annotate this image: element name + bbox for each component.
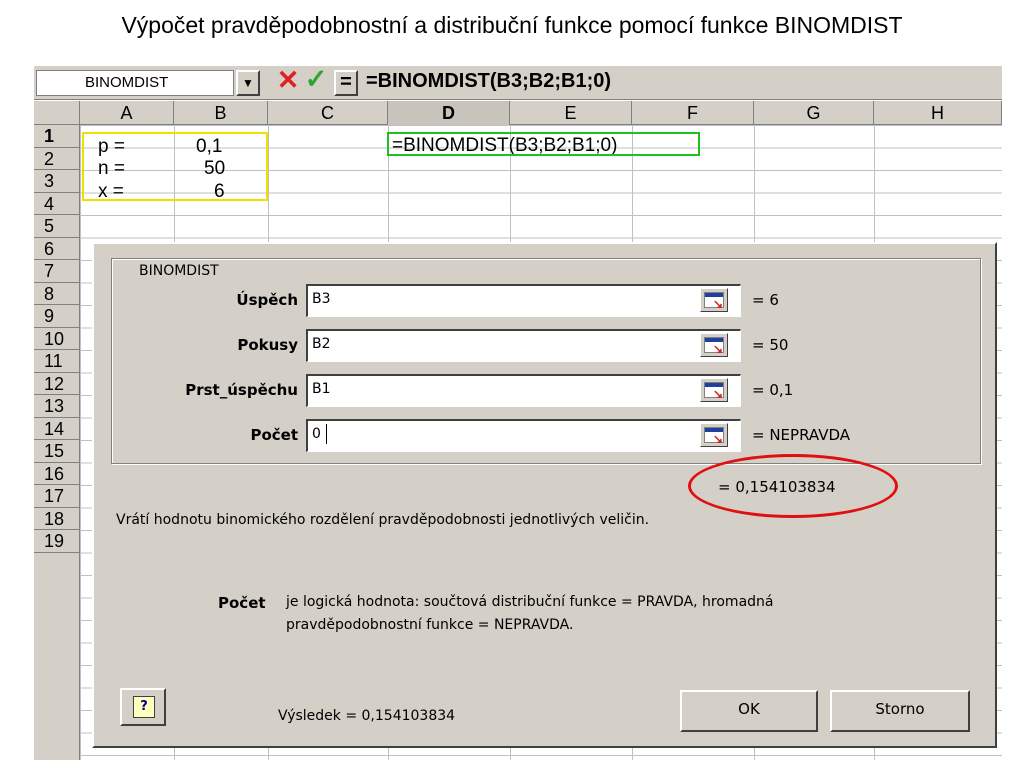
row-header-3[interactable]: 3 [34, 170, 80, 193]
column-header-d[interactable]: D [388, 101, 510, 125]
group-caption: BINOMDIST [136, 263, 222, 279]
param-description-line2: pravděpodobnostní funkce = NEPRAVDA. [286, 617, 574, 633]
arg-input-pokusy[interactable]: B2 [306, 329, 741, 362]
arg-label-uspech: Úspěch [236, 291, 298, 309]
chevron-down-icon[interactable]: ▼ [236, 70, 260, 96]
row-header-18[interactable]: 18 [34, 508, 80, 530]
collapse-dialog-icon[interactable] [700, 288, 728, 312]
arg-label-pocet: Počet [250, 426, 298, 444]
name-box[interactable]: BINOMDIST [36, 70, 234, 96]
row-header-2[interactable]: 2 [34, 148, 80, 170]
param-description-line1: je logická hodnota: součtová distribuční… [286, 594, 774, 610]
column-header-b[interactable]: B [174, 101, 268, 125]
row-header-9[interactable]: 9 [34, 305, 80, 328]
formula-bar: BINOMDIST ▼ ✕ ✓ = =BINOMDIST(B3;B2;B1;0) [34, 66, 1002, 100]
column-headers: A B C D E F G H [34, 101, 1002, 125]
arg-value-prst-uspechu: = 0,1 [752, 381, 794, 399]
row-header-1[interactable]: 1 [34, 125, 80, 148]
collapse-dialog-icon[interactable] [700, 423, 728, 447]
edit-formula-button[interactable]: = [334, 70, 358, 96]
help-icon: ? [133, 696, 155, 718]
row-headers: 1 2 3 4 5 6 7 8 9 10 11 12 13 14 15 16 1… [34, 125, 80, 760]
param-name: Počet [218, 594, 266, 612]
column-header-c[interactable]: C [268, 101, 388, 125]
arg-input-uspech[interactable]: B3 [306, 284, 741, 317]
row-header-7[interactable]: 7 [34, 260, 80, 283]
formula-cell-highlight [387, 132, 700, 156]
arg-value-pokusy: = 50 [752, 336, 789, 354]
arg-value-pocet: = NEPRAVDA [752, 426, 851, 444]
function-description: Vrátí hodnotu binomického rozdělení prav… [116, 512, 650, 528]
arg-input-prst-uspechu[interactable]: B1 [306, 374, 741, 407]
result-highlight-ellipse [688, 454, 898, 518]
column-header-a[interactable]: A [80, 101, 174, 125]
formula-input[interactable]: =BINOMDIST(B3;B2;B1;0) [366, 70, 611, 93]
input-cells-highlight [82, 132, 268, 201]
column-header-e[interactable]: E [510, 101, 632, 125]
row-header-5[interactable]: 5 [34, 215, 80, 238]
row-header-19[interactable]: 19 [34, 530, 80, 553]
collapse-dialog-icon[interactable] [700, 378, 728, 402]
arg-value-uspech: = 6 [752, 291, 779, 309]
column-header-f[interactable]: F [632, 101, 754, 125]
row-header-14[interactable]: 14 [34, 418, 80, 440]
ok-button[interactable]: OK [680, 690, 818, 732]
row-header-6[interactable]: 6 [34, 238, 80, 260]
row-header-8[interactable]: 8 [34, 283, 80, 305]
collapse-dialog-icon[interactable] [700, 333, 728, 357]
function-arguments-dialog: BINOMDIST Úspěch B3 = 6 Pokusy B2 = 50 P… [92, 242, 997, 748]
row-header-12[interactable]: 12 [34, 373, 80, 395]
row-header-15[interactable]: 15 [34, 440, 80, 463]
arg-label-prst-uspechu: Prst_úspěchu [185, 381, 298, 399]
cancel-button[interactable]: Storno [830, 690, 970, 732]
row-header-4[interactable]: 4 [34, 193, 80, 215]
row-header-10[interactable]: 10 [34, 328, 80, 350]
column-header-g[interactable]: G [754, 101, 874, 125]
footer-result: Výsledek = 0,154103834 [278, 708, 456, 724]
slide-title: Výpočet pravděpodobnostní a distribuční … [121, 12, 903, 38]
row-header-16[interactable]: 16 [34, 463, 80, 485]
help-button[interactable]: ? [120, 688, 166, 726]
column-header-h[interactable]: H [874, 101, 1002, 125]
row-header-11[interactable]: 11 [34, 350, 80, 373]
cancel-x-icon[interactable]: ✕ [274, 66, 302, 96]
arg-label-pokusy: Pokusy [237, 336, 298, 354]
text-caret [326, 424, 327, 444]
select-all-corner[interactable] [34, 101, 80, 125]
arguments-group: BINOMDIST Úspěch B3 = 6 Pokusy B2 = 50 P… [111, 258, 981, 464]
row-header-17[interactable]: 17 [34, 485, 80, 508]
check-icon[interactable]: ✓ [302, 66, 330, 95]
row-header-13[interactable]: 13 [34, 395, 80, 418]
arg-input-pocet[interactable]: 0 [306, 419, 741, 452]
